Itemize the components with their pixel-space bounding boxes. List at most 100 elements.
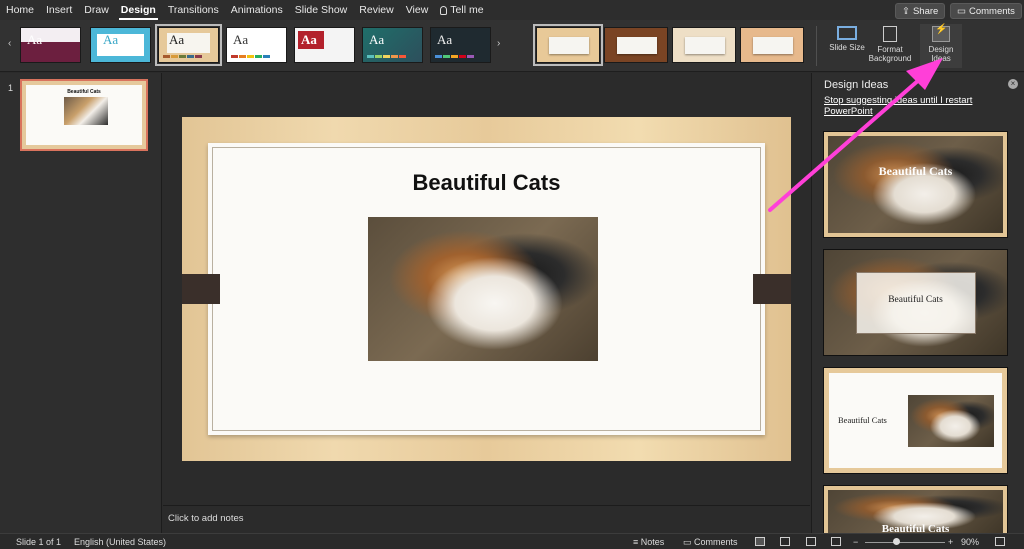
notes-label: Notes	[640, 537, 665, 547]
zoom-in-icon[interactable]: +	[948, 537, 953, 547]
zoom-level[interactable]: 90%	[961, 537, 979, 547]
share-label: Share	[912, 5, 939, 17]
theme-thumb-wood-selected[interactable]: Aa	[155, 24, 222, 66]
design-ideas-title: Design Ideas	[824, 79, 889, 91]
theme-thumb-6[interactable]: Aa	[362, 27, 423, 63]
variant-thumb-3[interactable]	[672, 27, 736, 63]
slide-size-icon	[837, 26, 857, 40]
variant-card	[549, 37, 589, 54]
lightning-icon: ⚡	[935, 24, 948, 35]
tab-insert[interactable]: Insert	[40, 0, 78, 20]
design-idea-1[interactable]: Beautiful Cats	[823, 131, 1008, 238]
tab-review[interactable]: Review	[353, 0, 399, 20]
color-bars	[231, 55, 270, 58]
color-bars	[435, 55, 474, 58]
slide-thumbnail-content: Beautiful Cats	[26, 85, 142, 145]
tab-home[interactable]: Home	[0, 0, 40, 20]
notes-icon: ≡	[633, 537, 641, 547]
theme-label: Aa	[103, 32, 119, 47]
comments-label: Comments	[968, 5, 1015, 17]
theme-label: Aa	[369, 32, 385, 47]
ribbon-separator	[816, 26, 817, 66]
theme-label: Aa	[233, 32, 249, 47]
tab-animations[interactable]: Animations	[225, 0, 289, 20]
design-ideas-label: Design Ideas	[928, 45, 954, 63]
variant-thumb-1[interactable]	[533, 24, 603, 66]
slide-sorter-icon[interactable]	[780, 537, 790, 546]
share-icon: ⇪	[902, 5, 910, 17]
tab-view[interactable]: View	[400, 0, 435, 20]
slide-thumbnail-title: Beautiful Cats	[67, 89, 101, 95]
variant-thumb-2[interactable]	[604, 27, 668, 63]
comments-status-label: Comments	[694, 537, 738, 547]
notes-button[interactable]: ≡ Notes	[633, 537, 664, 547]
slide-number: 1	[8, 83, 14, 93]
idea-caption: Beautiful Cats	[838, 415, 887, 425]
design-ideas-icon: ⚡	[932, 24, 950, 42]
theme-thumb-7[interactable]: Aa	[430, 27, 491, 63]
fit-to-window-icon[interactable]	[995, 537, 1005, 546]
theme-thumb-5[interactable]: Aa	[294, 27, 355, 63]
tab-design[interactable]: Design	[115, 0, 162, 20]
theme-label: Aa	[437, 32, 453, 47]
design-ideas-panel: Design Ideas × Stop suggesting ideas unt…	[811, 73, 1024, 535]
notes-pane[interactable]: Click to add notes	[163, 505, 810, 533]
language-indicator[interactable]: English (United States)	[74, 537, 166, 547]
tab-slide-show[interactable]: Slide Show	[289, 0, 354, 20]
normal-view-icon[interactable]	[755, 537, 765, 546]
status-bar: Slide 1 of 1 English (United States) ≡ N…	[0, 533, 1024, 549]
ribbon-tabs: Home Insert Draw Design Transitions Anim…	[0, 0, 1024, 20]
theme-thumb-1[interactable]: Aa	[20, 27, 81, 63]
theme-label: Aa	[27, 32, 43, 47]
slide-count: Slide 1 of 1	[16, 537, 62, 547]
design-ribbon: ‹ Aa Aa Aa Aa Aa Aa Aa › Slide Size Form…	[0, 20, 1024, 72]
slide-size-button[interactable]: Slide Size	[828, 26, 866, 52]
notes-placeholder: Click to add notes	[168, 513, 244, 524]
slideshow-icon[interactable]	[831, 537, 841, 546]
theme-label: Aa	[169, 32, 185, 47]
comment-icon: ▭	[957, 5, 966, 17]
format-background-button[interactable]: Format Background	[866, 26, 914, 63]
theme-thumb-4[interactable]: Aa	[226, 27, 287, 63]
slide-size-label: Slide Size	[829, 43, 865, 52]
color-bars	[367, 55, 406, 58]
slide-thumbnails-panel: 1 Beautiful Cats	[0, 73, 162, 533]
slide-thumbnail-photo	[64, 97, 108, 125]
theme-label: Aa	[301, 32, 317, 47]
comments-button[interactable]: ▭ Comments	[950, 3, 1022, 19]
tell-me-label: Tell me	[450, 4, 484, 16]
slide-left-tab	[182, 274, 220, 304]
design-idea-4[interactable]: Beautiful Cats	[823, 485, 1008, 535]
slide-thumbnail-1[interactable]: Beautiful Cats	[20, 79, 148, 151]
zoom-slider[interactable]	[865, 542, 945, 543]
reading-view-icon[interactable]	[806, 537, 816, 546]
slide-right-tab	[753, 274, 791, 304]
color-bars	[163, 55, 202, 58]
design-idea-2[interactable]: Beautiful Cats	[823, 249, 1008, 356]
themes-scroll-left-icon[interactable]: ‹	[8, 38, 11, 49]
share-button[interactable]: ⇪ Share	[895, 3, 946, 19]
tab-transitions[interactable]: Transitions	[162, 0, 225, 20]
variant-card	[617, 37, 657, 54]
format-background-label: Format Background	[868, 45, 912, 63]
design-ideas-button[interactable]: ⚡ Design Ideas	[920, 24, 962, 68]
idea-caption: Beautiful Cats	[888, 295, 943, 305]
format-background-icon	[883, 26, 897, 42]
zoom-slider-handle[interactable]	[893, 538, 900, 545]
close-icon[interactable]: ×	[1008, 79, 1018, 89]
tab-draw[interactable]: Draw	[78, 0, 115, 20]
cat-photo[interactable]	[368, 217, 598, 361]
stop-suggesting-link[interactable]: Stop suggesting ideas until I restart Po…	[824, 95, 1014, 117]
themes-scroll-right-icon[interactable]: ›	[497, 38, 500, 49]
comment-icon: ▭	[683, 537, 695, 547]
variant-thumb-4[interactable]	[740, 27, 804, 63]
zoom-out-icon[interactable]: −	[853, 537, 858, 547]
slide-title[interactable]: Beautiful Cats	[182, 170, 791, 196]
idea-photo	[908, 395, 994, 447]
theme-thumb-2[interactable]: Aa	[90, 27, 151, 63]
design-idea-3[interactable]: Beautiful Cats	[823, 367, 1008, 474]
slide-canvas[interactable]: Beautiful Cats	[182, 117, 791, 461]
variant-card	[753, 37, 793, 54]
tell-me-search[interactable]: Tell me	[434, 0, 489, 20]
comments-status-button[interactable]: ▭ Comments	[683, 537, 738, 548]
